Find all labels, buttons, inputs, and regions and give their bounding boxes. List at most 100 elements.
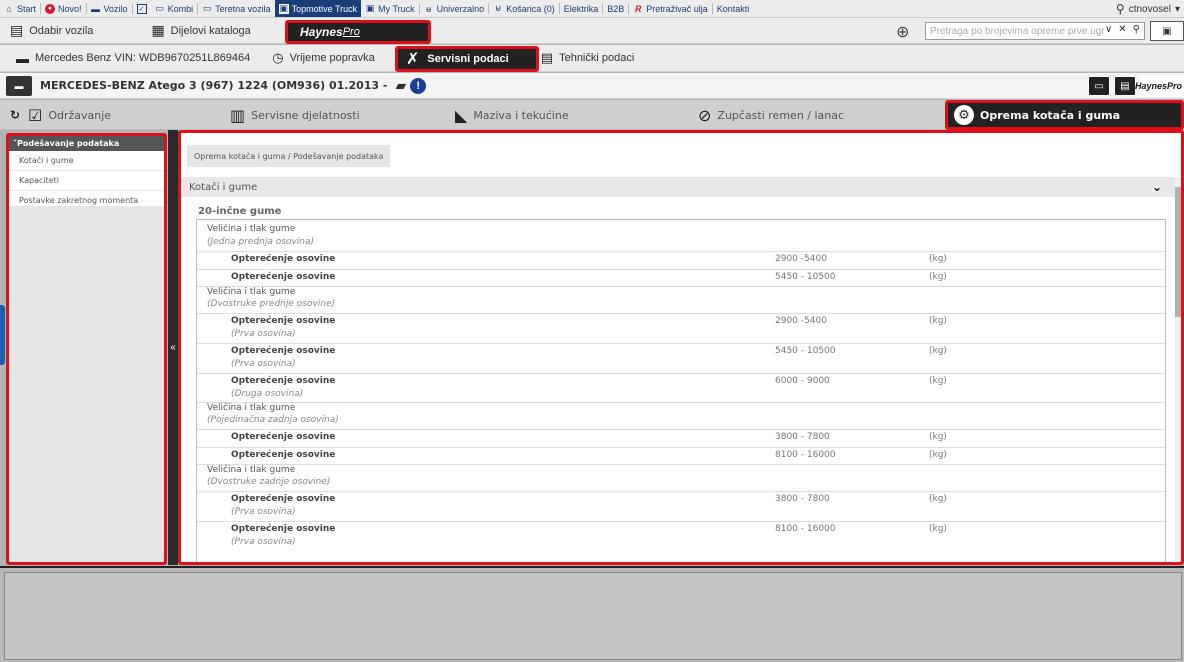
row-unit: (kg)	[929, 450, 947, 460]
print-icon[interactable]: ▤	[1114, 76, 1136, 96]
dijelovi-kataloga-button[interactable]: ▦ Dijelovi kataloga	[141, 18, 260, 44]
row-label: Opterećenje osovine	[231, 524, 336, 534]
nav-teretna[interactable]: ▭ Teretna vozila	[198, 0, 275, 17]
row-value: 5450 - 10500	[775, 346, 836, 356]
nav-kontakti[interactable]: Kontakti	[713, 0, 754, 17]
row-label: Opterećenje osovine	[231, 494, 336, 504]
subtitle-label: (Druga osovina)	[231, 389, 304, 399]
row-unit: (kg)	[929, 346, 947, 356]
row-unit: (kg)	[929, 316, 947, 326]
row-value: 8100 - 16000	[775, 524, 836, 534]
haynespro-logo: HaynesPro	[1135, 75, 1184, 97]
tab-odrzavanje[interactable]: ☑ Održavanje	[28, 100, 111, 130]
row-subtitle: (Prva osovina)	[197, 329, 1165, 341]
nav-novo[interactable]: ● Novo!	[41, 0, 86, 17]
nav-start[interactable]: ⌂ Start	[0, 0, 40, 17]
table-row: Opterećenje osovine 5450 - 10500 (kg)	[197, 269, 1165, 284]
section-header-kotaci-gume[interactable]: Kotači i gume ⌄	[181, 177, 1181, 197]
tab-zupcasti-remen[interactable]: ⊘ Zupčasti remen / lanac	[698, 100, 844, 130]
table-row: Opterećenje osovine 2900 -5400 (kg)	[197, 313, 1165, 328]
topmotive-icon: ▣	[278, 3, 289, 14]
chevron-down-icon[interactable]: ∨	[1105, 24, 1112, 35]
group-label: Veličina i tlak gume	[207, 465, 296, 475]
nav-pretrazivac-ulja[interactable]: R Pretraživač ulja	[629, 0, 712, 17]
group-header: Veličina i tlak gume	[197, 402, 1165, 414]
left-edge-handle[interactable]	[0, 305, 5, 365]
universal-icon: ʉ	[426, 3, 432, 14]
vehicle-bar: ▬ MERCEDES-BENZ Atego 3 (967) 1224 (OM93…	[0, 73, 1184, 99]
bottom-panel	[0, 566, 1184, 662]
vehicle-tools-bar: ▬ Mercedes Benz VIN: WDB9670251L869464 ◷ V…	[0, 45, 1184, 72]
oilcan-icon: ◣	[455, 105, 468, 125]
vin-button[interactable]: ▬ Mercedes Benz VIN: WDB9670251L869464	[8, 45, 258, 72]
sidebar-item-kotaci-gume[interactable]: Kotači i gume	[9, 151, 164, 171]
row-subtitle: (Prva osovina)	[197, 507, 1165, 519]
nav-kombi[interactable]: ▭ Kombi	[151, 0, 198, 17]
oil-icon: R	[634, 3, 642, 14]
subtitle-label: (Prva osovina)	[231, 507, 296, 517]
user-icon: ⚲	[1115, 2, 1125, 16]
vehicle-info-button[interactable]: ▣	[1150, 21, 1184, 41]
row-value: 6000 - 9000	[775, 376, 830, 386]
row-value: 3800 - 7800	[775, 432, 830, 442]
nav-vozilo[interactable]: ▬ Vozilo	[87, 0, 132, 17]
clear-icon[interactable]: ✕	[1118, 24, 1126, 35]
tab-oprema-kotaca[interactable]: ⚙ Oprema kotača i guma	[945, 100, 1184, 130]
nav-univerzalno[interactable]: ʉ Univerzalno	[420, 0, 489, 17]
vehicle-info-icon: ▣	[1162, 25, 1172, 37]
breadcrumb[interactable]: Oprema kotača i guma / Podešavanje podat…	[187, 145, 391, 167]
row-value: 5450 - 10500	[775, 272, 836, 282]
chevron-down-icon: ▾	[1174, 3, 1180, 15]
checklist-icon: ☑	[28, 105, 43, 125]
collapse-sidebar-button[interactable]: «	[168, 130, 178, 565]
double-chevron-left-icon: «	[170, 342, 176, 353]
table-row: Opterećenje osovine 2900 -5400 (kg)	[197, 251, 1165, 266]
service-tab-bar: ↻ ☑ Održavanje ▥ Servisne djelatnosti ◣ Maz…	[0, 100, 1184, 130]
sidebar-item-kapaciteti[interactable]: Kapaciteti	[9, 171, 164, 191]
table-row: Opterećenje osovine 3800 - 7800 (kg)	[197, 429, 1165, 444]
equipment-search-input[interactable]: Pretraga po brojevima opreme prve ugr ∨ ✕ ⚲	[925, 22, 1145, 40]
nav-kosarica[interactable]: ⊌ Košarica (0)	[489, 0, 559, 17]
sidebar-heading[interactable]: ˅Podešavanje podataka	[9, 136, 164, 151]
top-nav-bar: ⌂ Start ● Novo! ▬ Vozilo ✓ ▭ Kombi ▭ Teretna …	[0, 0, 1184, 18]
car-info-icon[interactable]: ▭	[1088, 76, 1110, 96]
tab-maziva[interactable]: ◣ Maziva i tekućine	[455, 100, 569, 130]
warning-icon[interactable]: !	[410, 77, 427, 94]
scrollbar-thumb[interactable]	[1175, 187, 1181, 317]
scrollbar[interactable]	[1175, 177, 1181, 562]
subtitle-label: (Prva osovina)	[231, 359, 296, 369]
search-icon[interactable]: ⚲	[1133, 24, 1140, 35]
table-row: Opterećenje osovine 5450 - 10500 (kg)	[197, 343, 1165, 358]
group-header: Veličina i tlak gume	[197, 464, 1165, 476]
servisni-podaci-button[interactable]: ✗ Servisni podaci	[395, 46, 539, 72]
nav-elektrika[interactable]: Elektrika	[560, 0, 603, 17]
belt-icon: ⊘	[698, 105, 712, 125]
truck-search-icon[interactable]: ▰	[395, 77, 406, 94]
table-row: Opterećenje osovine 8100 - 16000 (kg)	[197, 521, 1165, 536]
row-unit: (kg)	[929, 376, 947, 386]
vrijeme-popravka-button[interactable]: ◷ Vrijeme popravka	[264, 45, 383, 72]
nav-topmotive-truck[interactable]: ▣ Topmotive Truck	[274, 0, 362, 17]
nav-checkbox[interactable]: ✓	[133, 0, 151, 17]
technical-data-icon: ▤	[540, 50, 554, 65]
reload-icon[interactable]: ↻	[10, 108, 20, 122]
tools-icon: ✗	[406, 51, 420, 68]
mytruck-icon: ▣	[365, 3, 375, 13]
nav-b2b[interactable]: B2B	[603, 0, 628, 17]
crosshair-icon[interactable]: ⊕	[896, 22, 909, 42]
subsection-title: 20-inčne gume	[198, 206, 282, 217]
row-label: Opterećenje osovine	[231, 450, 336, 460]
subtitle-label: (Prva osovina)	[231, 329, 296, 339]
chevron-down-icon[interactable]: ⌄	[1152, 180, 1162, 194]
group-label: Veličina i tlak gume	[207, 287, 296, 297]
nav-my-truck[interactable]: ▣ My Truck	[361, 0, 419, 17]
haynespro-button[interactable]: Haynes Pro	[285, 20, 431, 44]
odabir-vozila-button[interactable]: ▤ Odabir vozila	[0, 18, 103, 44]
table-row: Opterećenje osovine 3800 - 7800 (kg)	[197, 491, 1165, 506]
row-subtitle: (Prva osovina)	[197, 537, 1165, 549]
catalog-icon: ▦	[151, 22, 165, 38]
tab-servisne-djelatnosti[interactable]: ▥ Servisne djelatnosti	[230, 100, 360, 130]
user-menu[interactable]: ⚲ ctnovosel ▾	[1109, 0, 1180, 17]
tehnicki-podaci-button[interactable]: ▤ Tehnički podaci	[533, 45, 643, 72]
car-icon: ▬	[91, 3, 101, 14]
